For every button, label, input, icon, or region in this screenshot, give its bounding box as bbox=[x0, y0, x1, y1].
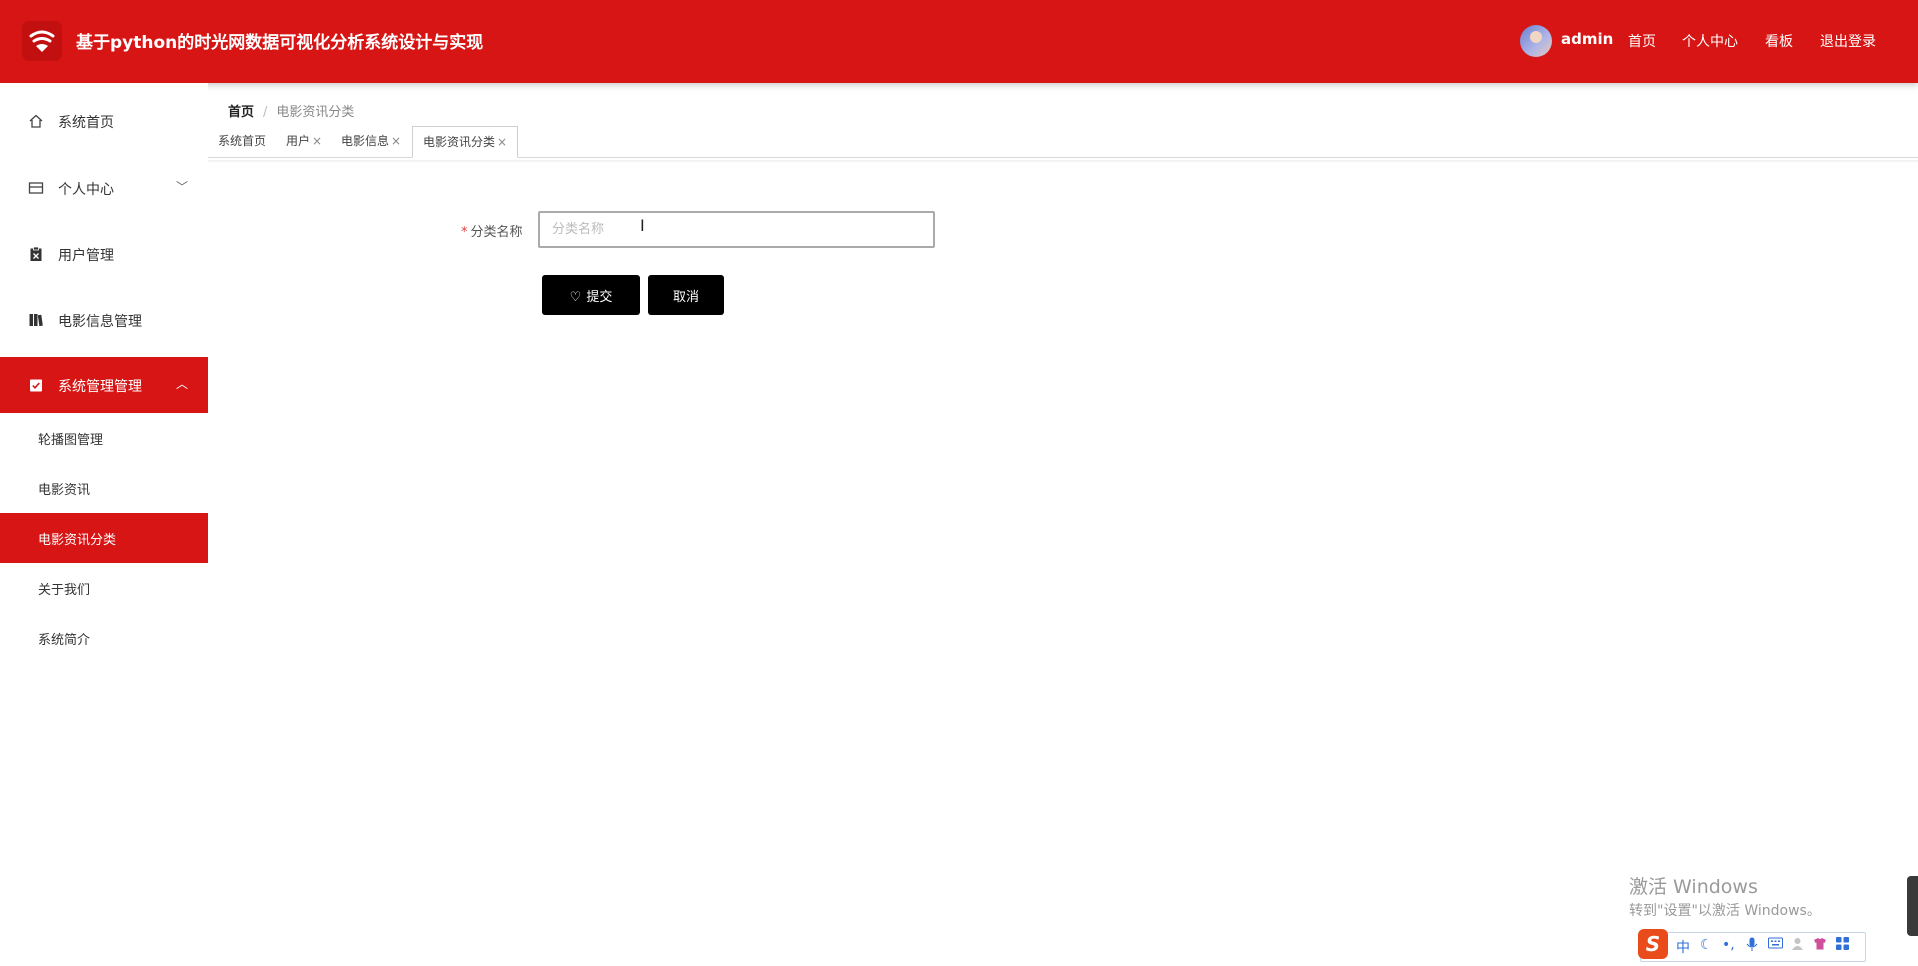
tab-users[interactable]: 用户 × bbox=[286, 126, 322, 156]
windows-activation-subtitle: 转到"设置"以激活 Windows。 bbox=[1629, 903, 1821, 919]
required-mark: * bbox=[461, 225, 468, 240]
sidebar-item-label: 系统管理管理 bbox=[58, 379, 142, 395]
tabs-divider bbox=[208, 160, 1918, 163]
microphone-icon[interactable] bbox=[1746, 937, 1758, 956]
close-icon[interactable]: × bbox=[312, 134, 322, 148]
toolbox-icon[interactable] bbox=[1836, 937, 1849, 954]
category-name-input[interactable] bbox=[538, 211, 935, 248]
heart-icon: ♡ bbox=[569, 289, 582, 305]
close-icon[interactable]: × bbox=[391, 134, 401, 148]
windows-activation-title: 激活 Windows bbox=[1629, 876, 1758, 898]
breadcrumb-current: 电影资讯分类 bbox=[276, 105, 355, 120]
tab-system-home[interactable]: 系统首页 bbox=[218, 126, 266, 156]
submenu-item-system-intro[interactable]: 系统简介 bbox=[0, 613, 208, 663]
breadcrumb-home[interactable]: 首页 bbox=[228, 105, 254, 120]
nav-profile-link[interactable]: 个人中心 bbox=[1682, 31, 1738, 51]
sidebar-item-label: 电影信息管理 bbox=[58, 314, 142, 330]
cancel-button[interactable]: 取消 bbox=[648, 275, 724, 315]
submenu-item-movie-news-category[interactable]: 电影资讯分类 bbox=[0, 513, 208, 563]
punctuation-icon[interactable]: •, bbox=[1722, 937, 1735, 953]
app-logo bbox=[22, 21, 62, 61]
nav-dashboard-link[interactable]: 看板 bbox=[1765, 31, 1793, 51]
sidebar-item-label: 系统首页 bbox=[58, 115, 114, 131]
avatar[interactable] bbox=[1520, 25, 1552, 57]
text-cursor-icon: I bbox=[640, 216, 645, 235]
tab-label: 电影信息 bbox=[341, 134, 390, 148]
username[interactable]: admin bbox=[1561, 30, 1613, 48]
submit-button[interactable]: ♡ 提交 bbox=[542, 275, 640, 315]
breadcrumb-separator: / bbox=[263, 105, 268, 120]
submit-button-label: 提交 bbox=[586, 289, 613, 305]
ime-mode-toggle[interactable]: 中 bbox=[1676, 937, 1690, 957]
tab-label: 电影资讯分类 bbox=[423, 135, 496, 149]
nav-home-link[interactable]: 首页 bbox=[1628, 31, 1656, 51]
submenu-item-label: 电影资讯 bbox=[38, 483, 91, 498]
sidebar-item-personal-center[interactable]: 个人中心 ﹀ bbox=[0, 160, 208, 216]
submenu-item-label: 关于我们 bbox=[38, 583, 91, 598]
category-name-label-text: 分类名称 bbox=[470, 225, 523, 240]
chevron-up-icon: ︿ bbox=[176, 377, 189, 391]
home-icon bbox=[29, 114, 43, 128]
skin-icon[interactable] bbox=[1813, 937, 1827, 954]
clipboard-icon bbox=[30, 246, 42, 261]
sidebar-item-movie-info[interactable]: 电影信息管理 bbox=[0, 292, 208, 348]
submenu-item-label: 系统简介 bbox=[38, 633, 91, 648]
cancel-button-label: 取消 bbox=[672, 289, 699, 305]
close-icon[interactable]: × bbox=[497, 135, 507, 149]
sidebar-item-label: 个人中心 bbox=[58, 182, 114, 198]
sidebar-item-system-home[interactable]: 系统首页 bbox=[0, 93, 208, 149]
sidebar-item-label: 用户管理 bbox=[58, 248, 114, 264]
tab-movie-info[interactable]: 电影信息 × bbox=[341, 126, 401, 156]
submenu-item-label: 电影资讯分类 bbox=[38, 533, 117, 548]
submenu-item-about-us[interactable]: 关于我们 bbox=[0, 563, 208, 613]
category-name-label: * 分类名称 bbox=[461, 221, 523, 240]
book-icon bbox=[29, 314, 43, 327]
checklist-icon bbox=[30, 379, 42, 392]
moon-icon[interactable]: ☾ bbox=[1700, 937, 1713, 953]
app-title: 基于python的时光网数据可视化分析系统设计与实现 bbox=[76, 33, 484, 53]
submenu-item-label: 轮播图管理 bbox=[38, 433, 104, 448]
sidebar-item-system-management[interactable]: 系统管理管理 ︿ bbox=[0, 357, 208, 413]
side-panel-handle[interactable] bbox=[1907, 876, 1918, 936]
tab-label: 用户 bbox=[286, 134, 311, 148]
logo-icon bbox=[29, 30, 55, 52]
top-header: 基于python的时光网数据可视化分析系统设计与实现 admin 首页 个人中心… bbox=[0, 0, 1918, 83]
breadcrumb: 首页 / 电影资讯分类 bbox=[228, 101, 354, 120]
keyboard-icon[interactable] bbox=[1768, 937, 1783, 953]
tab-movie-news-category[interactable]: 电影资讯分类 × bbox=[412, 126, 519, 158]
submenu-item-carousel[interactable]: 轮播图管理 bbox=[0, 413, 208, 463]
submenu-item-movie-news[interactable]: 电影资讯 bbox=[0, 463, 208, 513]
sidebar: 系统首页 个人中心 ﹀ 用户管理 电影信息管理 系统管理管理 ︿ 轮播图管理 电… bbox=[0, 83, 208, 966]
chevron-down-icon: ﹀ bbox=[176, 180, 189, 194]
nav-logout-link[interactable]: 退出登录 bbox=[1820, 31, 1876, 51]
sidebar-item-user-management[interactable]: 用户管理 bbox=[0, 226, 208, 282]
card-icon bbox=[28, 182, 44, 194]
user-icon[interactable] bbox=[1791, 937, 1804, 954]
tab-label: 系统首页 bbox=[218, 134, 267, 148]
ime-logo-icon[interactable]: S bbox=[1638, 929, 1668, 959]
